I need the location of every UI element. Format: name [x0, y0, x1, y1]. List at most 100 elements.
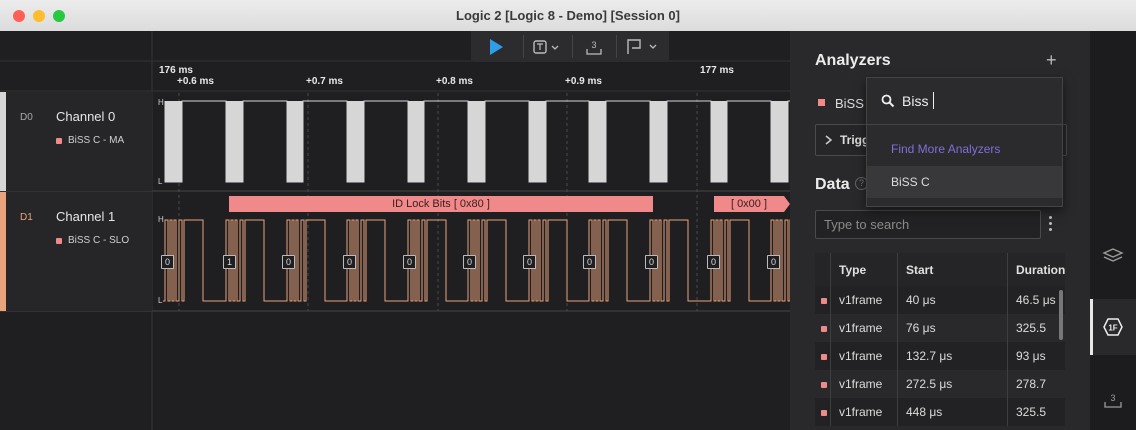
- analyzer-search-field[interactable]: Biss: [867, 78, 1062, 125]
- decoded-bit[interactable]: 1: [223, 255, 236, 269]
- level-high-label: H: [158, 98, 164, 107]
- channel-name[interactable]: Channel 0: [56, 109, 115, 124]
- signal-pulse: [408, 101, 424, 182]
- text-caret: [933, 92, 934, 109]
- level-low-label: L: [158, 177, 163, 186]
- signal-pulse: [711, 101, 727, 182]
- svg-text:3: 3: [1110, 393, 1115, 403]
- cell-type: v1frame: [830, 314, 898, 342]
- channel-color-bar: [0, 92, 6, 191]
- signal-pulse: [287, 101, 303, 182]
- row-color-dot: [821, 298, 827, 304]
- signal-pulse: [226, 101, 243, 182]
- analyzer-search-dropdown: Biss Find More Analyzers BiSS C: [866, 77, 1063, 207]
- measure-icon: 3: [1104, 393, 1122, 408]
- cell-start: 76 μs: [897, 314, 1008, 342]
- trigger-label: Trigg: [840, 133, 870, 147]
- row-color-dot: [821, 354, 827, 360]
- analyzers-title: Analyzers: [815, 52, 891, 69]
- cell-start: 132.7 μs: [897, 342, 1008, 370]
- signal-pulse: [589, 101, 606, 182]
- cell-duration: 278.7: [1007, 370, 1066, 398]
- chevron-right-icon: [825, 135, 833, 145]
- signal-pulse: [468, 101, 485, 182]
- column-header[interactable]: Duration: [1007, 253, 1066, 286]
- cell-duration: 325.5: [1007, 398, 1066, 426]
- decoded-bit[interactable]: 0: [767, 255, 780, 269]
- waveform-area[interactable]: 3 176 ms 177 ms +0.6 ms +0.7 ms +0.8 ms …: [0, 31, 790, 430]
- add-analyzer-button[interactable]: +: [1046, 50, 1057, 71]
- decoded-bit[interactable]: 0: [463, 255, 476, 269]
- row-color-dot: [821, 410, 827, 416]
- find-more-analyzers-link[interactable]: Find More Analyzers: [867, 133, 1062, 165]
- decoded-frame[interactable]: [ 0x00 ]: [714, 196, 784, 212]
- svg-text:1F: 1F: [1108, 324, 1117, 333]
- channel-1-trace: [163, 219, 790, 302]
- cell-start: 272.5 μs: [897, 370, 1008, 398]
- signal-pulse: [650, 101, 667, 182]
- cell-start: 448 μs: [897, 398, 1008, 426]
- table-row[interactable]: v1frame 40 μs 46.5 μs: [815, 286, 1066, 314]
- cell-duration: 325.5: [1007, 314, 1066, 342]
- sidebar-item-timing[interactable]: 3: [1090, 371, 1136, 427]
- table-row[interactable]: v1frame 132.7 μs 93 μs: [815, 342, 1066, 370]
- decoded-bit[interactable]: 0: [282, 255, 295, 269]
- analyzer-color-dot: [818, 99, 825, 106]
- column-header[interactable]: Type: [830, 253, 898, 286]
- analyzer-search-value: Biss: [902, 93, 929, 109]
- table-row[interactable]: v1frame 76 μs 325.5: [815, 314, 1066, 342]
- sidebar-item-device[interactable]: [1090, 227, 1136, 283]
- window-title: Logic 2 [Logic 8 - Demo] [Session 0]: [456, 8, 680, 23]
- column-header[interactable]: Start: [897, 253, 1008, 286]
- table-row[interactable]: v1frame 448 μs 325.5: [815, 398, 1066, 426]
- search-icon: [881, 94, 895, 108]
- signal-pulse: [771, 101, 788, 182]
- channel-color-bar: [0, 192, 6, 311]
- cell-type: v1frame: [830, 398, 898, 426]
- decoded-bit[interactable]: 0: [403, 255, 416, 269]
- cell-duration: 46.5 μs: [1007, 286, 1066, 314]
- analyzer-icon: 1F: [1103, 318, 1123, 336]
- waveform-traces: H L H L: [158, 98, 790, 305]
- signal-pulse: [347, 101, 364, 182]
- data-search-input[interactable]: Type to search: [815, 210, 1041, 239]
- decoded-bit[interactable]: 0: [523, 255, 536, 269]
- layers-icon: [1102, 248, 1124, 262]
- level-high-label: H: [158, 215, 164, 224]
- table-scrollbar[interactable]: [1059, 290, 1063, 340]
- decoded-bit[interactable]: 0: [343, 255, 356, 269]
- decoded-frame[interactable]: ID Lock Bits [ 0x80 ]: [229, 196, 653, 212]
- right-sidebar: 1F 3: [1090, 31, 1136, 430]
- channel-name[interactable]: Channel 1: [56, 209, 115, 224]
- decoded-bit[interactable]: 0: [707, 255, 720, 269]
- cell-duration: 93 μs: [1007, 342, 1066, 370]
- decoded-bit[interactable]: 0: [583, 255, 596, 269]
- cell-type: v1frame: [830, 286, 898, 314]
- data-table: Type Start Duration v1frame 40 μs 46.5 μs v…: [815, 253, 1066, 426]
- level-low-label: L: [158, 296, 163, 305]
- channel-analyzer-tag: BiSS C - SLO: [56, 235, 129, 246]
- channel-id: D0: [20, 112, 33, 123]
- sidebar-item-analyzers[interactable]: 1F: [1090, 299, 1136, 355]
- channel-1-line: [163, 219, 790, 302]
- title-bar: Logic 2 [Logic 8 - Demo] [Session 0]: [0, 0, 1136, 32]
- cell-start: 40 μs: [897, 286, 1008, 314]
- row-color-dot: [821, 382, 827, 388]
- row-color-dot: [821, 326, 827, 332]
- more-options-icon[interactable]: [1049, 216, 1052, 232]
- channel-1-header[interactable]: D1 Channel 1 BiSS C - SLO: [0, 192, 152, 311]
- channel-0-header[interactable]: D0 Channel 0 BiSS C - MA: [0, 92, 152, 191]
- signal-pulse: [165, 101, 182, 182]
- cell-type: v1frame: [830, 342, 898, 370]
- analyzer-item[interactable]: BiSS: [835, 96, 864, 111]
- analyzer-result-item[interactable]: BiSS C: [867, 166, 1062, 198]
- signal-pulse: [529, 101, 546, 182]
- channel-analyzer-tag: BiSS C - MA: [56, 135, 124, 146]
- channel-id: D1: [20, 212, 33, 223]
- channel-0-trace: [164, 100, 790, 183]
- table-row[interactable]: v1frame 272.5 μs 278.7: [815, 370, 1066, 398]
- decoded-bit[interactable]: 0: [161, 255, 174, 269]
- decoded-bit[interactable]: 0: [645, 255, 658, 269]
- cell-type: v1frame: [830, 370, 898, 398]
- data-title: Data: [815, 176, 850, 193]
